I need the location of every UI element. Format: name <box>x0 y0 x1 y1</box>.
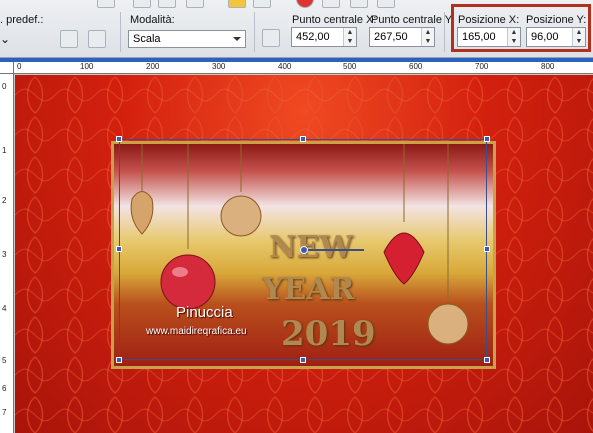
ruler-v-label: 1 <box>2 146 7 155</box>
center-x-value: 452,00 <box>296 31 330 43</box>
tool-icon-4[interactable] <box>186 0 204 8</box>
mode-label: Modalità: <box>130 14 175 26</box>
rotation-bar[interactable] <box>308 249 364 251</box>
ruler-h-label: 400 <box>278 62 292 71</box>
center-y-value: 267,50 <box>374 31 408 43</box>
handle-middle-left[interactable] <box>116 246 122 252</box>
ruler-v-label: 2 <box>2 196 7 205</box>
handle-middle-right[interactable] <box>484 246 490 252</box>
handle-top-right[interactable] <box>484 136 490 142</box>
ruler-v-label: 4 <box>2 304 7 313</box>
color-icon[interactable] <box>228 0 246 8</box>
tool-icon-1[interactable] <box>97 0 115 8</box>
ruler-v-label: 0 <box>2 82 7 91</box>
position-highlight-box <box>451 4 591 52</box>
mode-value: Scala <box>133 33 161 45</box>
apply-icon[interactable] <box>88 30 106 48</box>
handle-bottom-center[interactable] <box>300 357 306 363</box>
center-y-label: Punto centrale Y: <box>371 14 455 26</box>
record-icon[interactable] <box>296 0 314 8</box>
ruler-h-label: 700 <box>475 62 489 71</box>
image-canvas[interactable]: NEW YEAR 2019 Pinuccia www.maidireqrafic… <box>15 75 593 433</box>
preset-label: . predef.: <box>0 14 44 26</box>
tool-icon-3[interactable] <box>158 0 176 8</box>
preset-dropdown-icon[interactable]: ⌄ <box>0 32 10 46</box>
center-x-field[interactable]: 452,00 ▲ ▼ <box>291 27 357 47</box>
ruler-h-label: 800 <box>541 62 555 71</box>
pivot-handle[interactable] <box>300 246 308 254</box>
ruler-v-label: 6 <box>2 384 7 393</box>
ruler-h-label: 200 <box>146 62 160 71</box>
tool-icon-2[interactable] <box>133 0 151 8</box>
mode-select[interactable]: Scala <box>128 30 246 48</box>
reset-icon[interactable] <box>60 30 78 48</box>
center-y-field[interactable]: 267,50 ▲ ▼ <box>369 27 435 47</box>
ruler-h-label: 500 <box>343 62 357 71</box>
handle-top-center[interactable] <box>300 136 306 142</box>
spin-down-icon[interactable]: ▼ <box>422 37 434 46</box>
spin-down-icon[interactable]: ▼ <box>344 37 356 46</box>
ruler-h-label: 0 <box>17 62 22 71</box>
center-point-icon[interactable] <box>262 29 280 47</box>
ruler-v-label: 5 <box>2 356 7 365</box>
center-x-label: Punto centrale X: <box>292 14 377 26</box>
tool-icon-5[interactable] <box>253 0 271 8</box>
spin-up-icon[interactable]: ▲ <box>344 28 356 37</box>
handle-bottom-right[interactable] <box>484 357 490 363</box>
ruler-corner <box>0 62 14 74</box>
chevron-down-icon <box>233 37 241 41</box>
handle-top-left[interactable] <box>116 136 122 142</box>
spin-up-icon[interactable]: ▲ <box>422 28 434 37</box>
handle-bottom-left[interactable] <box>116 357 122 363</box>
ruler-h-label: 600 <box>409 62 423 71</box>
ruler-h-label: 300 <box>212 62 226 71</box>
horizontal-ruler[interactable]: 0 100 200 300 400 500 600 700 800 <box>14 62 593 74</box>
tool-options-bar: . predef.: ⌄ Modalità: Scala Punto centr… <box>0 0 593 58</box>
tool-icon-8[interactable] <box>377 0 395 8</box>
ruler-v-label: 3 <box>2 250 7 259</box>
tool-icon-7[interactable] <box>350 0 368 8</box>
vertical-ruler[interactable]: 0 1 2 3 4 5 6 7 <box>0 74 14 433</box>
ruler-h-label: 100 <box>80 62 94 71</box>
tool-icon-6[interactable] <box>322 0 340 8</box>
ruler-v-label: 7 <box>2 408 7 417</box>
